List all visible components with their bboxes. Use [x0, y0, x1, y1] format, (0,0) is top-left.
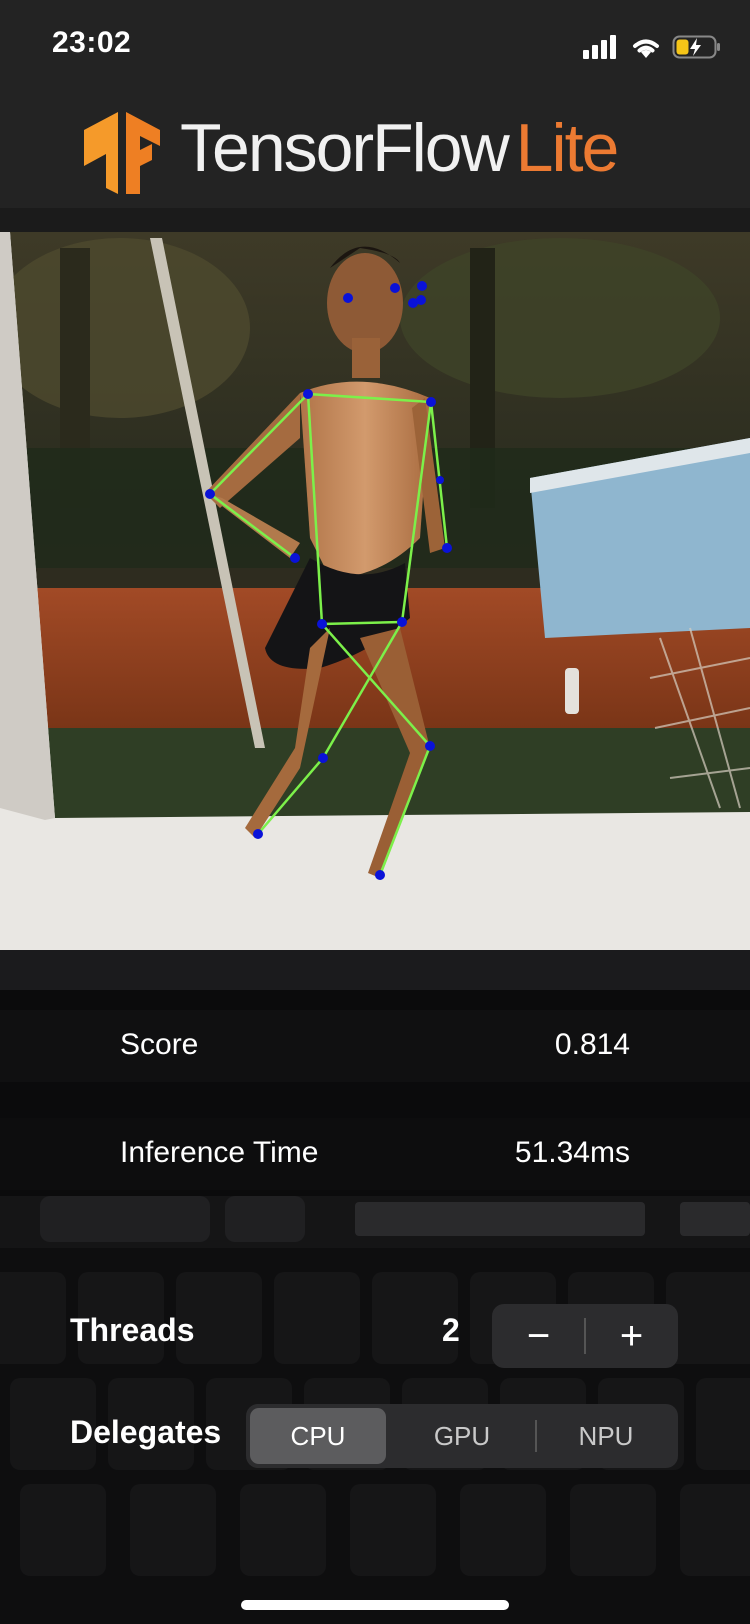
threads-value: 2	[442, 1312, 460, 1348]
tensorflow-logo-icon	[84, 112, 160, 194]
wifi-icon	[633, 39, 659, 58]
battery-charging-icon	[672, 35, 720, 59]
inference-time-value: 51.34ms	[514, 1136, 630, 1169]
delegates-segmented-control[interactable]: CPU GPU NPU	[246, 1404, 678, 1468]
delegate-option-cpu[interactable]: CPU	[250, 1408, 386, 1464]
brand-title: TensorFlow Lite	[180, 114, 619, 182]
score-label: Score	[120, 1028, 199, 1061]
camera-preview	[0, 208, 750, 990]
delegate-option-gpu[interactable]: GPU	[394, 1408, 530, 1464]
inference-time-label: Inference Time	[120, 1136, 319, 1169]
status-bar: 23:02	[0, 0, 750, 92]
segment-divider	[535, 1420, 537, 1452]
brand-main: TensorFlow	[180, 110, 510, 186]
delegates-label: Delegates	[70, 1414, 222, 1450]
camera-scene	[0, 208, 750, 990]
delegate-option-npu[interactable]: NPU	[538, 1408, 674, 1464]
decrement-threads-button[interactable]: −	[492, 1304, 585, 1368]
threads-label: Threads	[70, 1312, 195, 1348]
status-icons	[582, 30, 722, 64]
increment-threads-button[interactable]: +	[585, 1304, 678, 1368]
cellular-signal-icon	[583, 35, 616, 59]
home-indicator[interactable]	[241, 1600, 509, 1610]
brand-accent: Lite	[515, 110, 620, 186]
threads-stepper[interactable]: − +	[492, 1304, 678, 1368]
score-value: 0.814	[554, 1028, 630, 1061]
status-time: 23:02	[52, 26, 132, 59]
inference-time-row: Inference Time 51.34ms	[0, 1118, 750, 1190]
score-row: Score 0.814	[0, 1010, 750, 1082]
app-header: TensorFlow Lite	[0, 92, 750, 208]
